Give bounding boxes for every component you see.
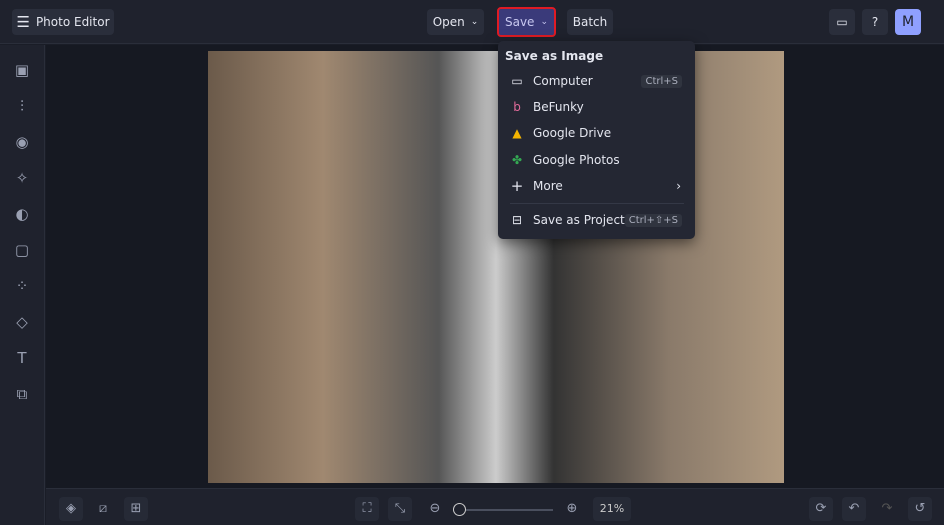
open-button[interactable]: Open ⌄	[427, 9, 484, 35]
save-menu: Save as Image ▭ Computer Ctrl+S b BeFunky ▲…	[498, 41, 695, 239]
redo-icon[interactable]: ↷	[875, 497, 899, 521]
monitor-icon: ▭	[511, 74, 523, 88]
save-as-project-item[interactable]: ⊟ Save as Project Ctrl+⇧+S	[498, 208, 695, 232]
top-bar: ☰ Photo Editor Open ⌄ Save ⌄ Batch ▭ ? M	[0, 0, 944, 44]
replace-icon[interactable]: ⧄	[91, 497, 115, 521]
texture-icon[interactable]: ◇	[13, 313, 31, 331]
save-computer-item[interactable]: ▭ Computer Ctrl+S	[498, 69, 695, 93]
zoom-slider[interactable]	[453, 503, 553, 516]
save-befunky-item[interactable]: b BeFunky	[498, 95, 695, 119]
befunky-icon: b	[513, 100, 521, 114]
photo[interactable]	[208, 51, 784, 483]
avatar[interactable]: M	[895, 9, 921, 35]
save-google-drive-item[interactable]: ▲ Google Drive	[498, 121, 695, 145]
actual-size-icon[interactable]: ⤡	[388, 497, 412, 521]
batch-button[interactable]: Batch	[567, 9, 613, 35]
google-drive-icon: ▲	[512, 126, 522, 140]
item-label: Google Photos	[533, 153, 620, 167]
adjust-icon[interactable]: ⫶	[13, 97, 31, 115]
zoom-out-icon[interactable]: ⊖	[423, 497, 447, 521]
save-more-item[interactable]: + More ›	[498, 174, 695, 198]
zoom-percent[interactable]: 21%	[593, 497, 631, 521]
shortcut: Ctrl+⇧+S	[624, 213, 682, 227]
hamburger-icon: ☰	[16, 13, 30, 31]
chevron-right-icon: ›	[676, 179, 681, 193]
item-label: Save as Project	[533, 213, 625, 227]
frame-icon[interactable]: ▢	[13, 241, 31, 259]
comments-icon[interactable]: ▭	[829, 9, 855, 35]
image-icon[interactable]: ▣	[13, 61, 31, 79]
effects-icon[interactable]: ✧	[13, 169, 31, 187]
briefcase-icon: ⊟	[511, 213, 523, 227]
item-label: BeFunky	[533, 100, 584, 114]
text-icon[interactable]: T	[13, 349, 31, 367]
save-google-photos-item[interactable]: ✤ Google Photos	[498, 148, 695, 172]
zoom-percent-label: 21%	[599, 502, 625, 515]
sidebar: ▣ ⫶ ◉ ✧ ◐ ▢ ⁘ ◇ T ⧉	[0, 45, 45, 525]
menu-button[interactable]: ☰ Photo Editor	[12, 9, 114, 35]
save-label: Save	[504, 15, 535, 29]
batch-label: Batch	[572, 15, 608, 29]
plus-icon: +	[510, 177, 524, 195]
bottom-bar: ◈ ⧄ ⊞ ⛶ ⤡ ⊖ ⊕ 21% ⟳ ↶ ↷ ↺	[46, 488, 944, 525]
save-menu-heading: Save as Image	[505, 49, 604, 63]
avatar-initial: M	[901, 14, 915, 30]
graphics-icon[interactable]: ⁘	[13, 277, 31, 295]
zoom-slider-handle[interactable]	[453, 503, 466, 516]
fit-screen-icon[interactable]: ⛶	[355, 497, 379, 521]
item-label: More	[533, 179, 563, 193]
artsy-icon[interactable]: ◐	[13, 205, 31, 223]
item-label: Google Drive	[533, 126, 612, 140]
eye-icon[interactable]: ◉	[13, 133, 31, 151]
open-label: Open	[432, 15, 465, 29]
zoom-in-icon[interactable]: ⊕	[560, 497, 584, 521]
item-label: Computer	[533, 74, 593, 88]
help-icon[interactable]: ?	[862, 9, 888, 35]
history-icon[interactable]: ↺	[908, 497, 932, 521]
shortcut: Ctrl+S	[641, 74, 682, 88]
chevron-down-icon: ⌄	[470, 17, 479, 27]
undo-icon[interactable]: ↶	[842, 497, 866, 521]
grid-icon[interactable]: ⊞	[124, 497, 148, 521]
google-photos-icon: ✤	[511, 153, 523, 167]
app-title: Photo Editor	[35, 15, 110, 29]
save-button[interactable]: Save ⌄	[497, 7, 556, 37]
chevron-down-icon: ⌄	[540, 17, 548, 27]
rotate-icon[interactable]: ⟳	[809, 497, 833, 521]
layers-icon[interactable]: ◈	[59, 497, 83, 521]
overlay-icon[interactable]: ⧉	[13, 385, 31, 403]
divider	[510, 203, 684, 204]
